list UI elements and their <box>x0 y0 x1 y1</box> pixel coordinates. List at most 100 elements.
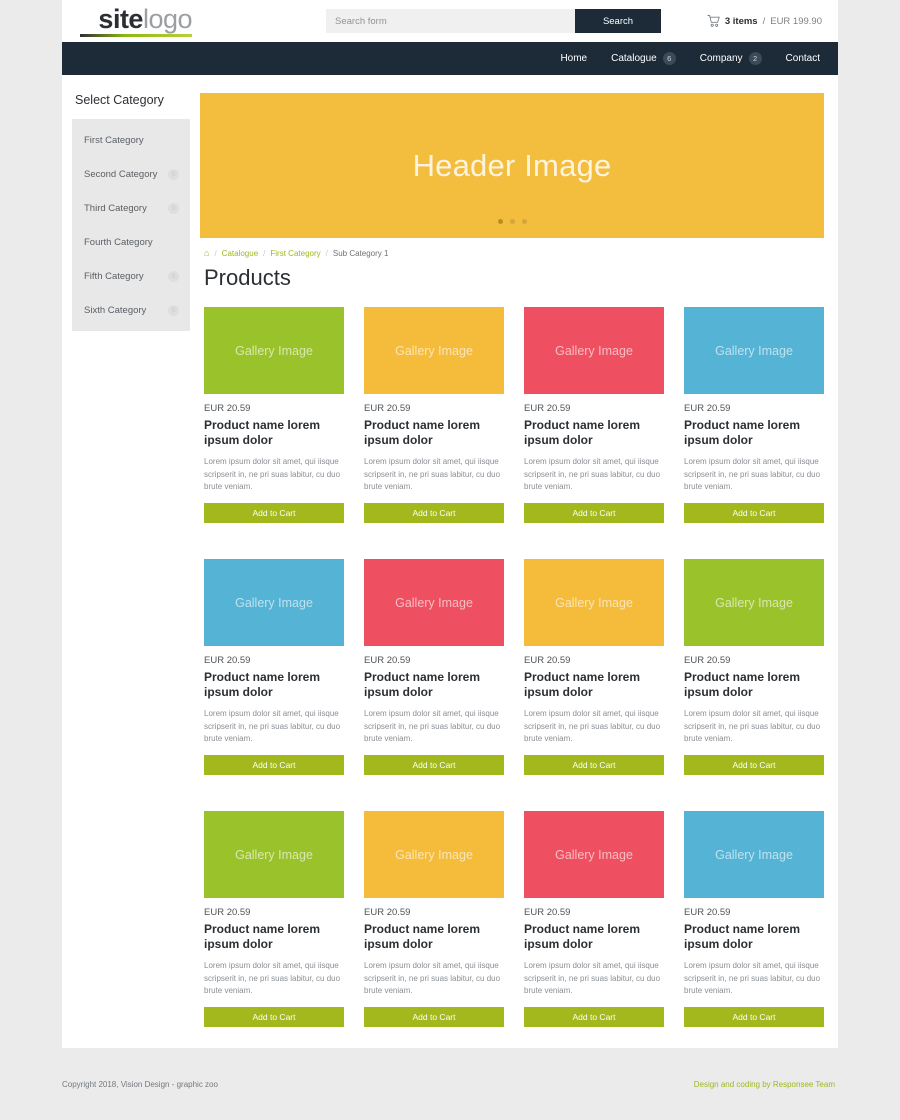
product-thumbnail[interactable]: Gallery Image <box>524 559 664 646</box>
breadcrumb-separator: / <box>214 249 217 258</box>
breadcrumb-separator: / <box>263 249 266 258</box>
product-thumbnail-label: Gallery Image <box>555 343 633 358</box>
sidebar-item-sixth-category[interactable]: Sixth Category 0 <box>72 293 190 327</box>
nav-item-company[interactable]: Company 2 <box>700 52 762 65</box>
product-description: Lorem ipsum dolor sit amet, qui iisque s… <box>684 709 821 743</box>
carousel-dot-2[interactable] <box>509 219 515 224</box>
product-card: Gallery Image EUR 20.59 Product name lorem… <box>684 811 824 1063</box>
sidebar-item-label: Sixth Category <box>84 304 147 316</box>
nav-item-label: Home <box>560 53 588 64</box>
sidebar-item-fourth-category[interactable]: Fourth Category <box>72 225 190 259</box>
footer-credit-link[interactable]: Design and coding by Responsee Team <box>694 1080 835 1089</box>
sidebar-item-fifth-category[interactable]: Fifth Category 0 <box>72 259 190 293</box>
category-list: First Category Second Category 0 Third C… <box>72 119 190 331</box>
add-to-cart-button[interactable]: Add to Cart <box>524 1007 664 1027</box>
logo-text: sitelogo <box>98 5 192 33</box>
add-to-cart-button[interactable]: Add to Cart <box>364 503 504 523</box>
product-thumbnail-label: Gallery Image <box>555 847 633 862</box>
product-name[interactable]: Product name lorem ipsum dolor <box>204 922 344 951</box>
nav-item-contact[interactable]: Contact <box>786 53 820 64</box>
product-card: Gallery Image EUR 20.59 Product name lorem… <box>684 559 824 811</box>
product-thumbnail[interactable]: Gallery Image <box>204 811 344 898</box>
product-price: EUR 20.59 <box>524 655 571 666</box>
add-to-cart-button[interactable]: Add to Cart <box>204 1007 344 1027</box>
nav-item-label: Catalogue <box>611 53 657 64</box>
add-to-cart-button[interactable]: Add to Cart <box>524 503 664 523</box>
product-price: EUR 20.59 <box>364 907 411 918</box>
product-name[interactable]: Product name lorem ipsum dolor <box>684 418 824 447</box>
sidebar-title: Select Category <box>75 93 164 107</box>
search-button[interactable]: Search <box>575 9 661 33</box>
product-name[interactable]: Product name lorem ipsum dolor <box>524 418 664 447</box>
carousel-dot-3[interactable] <box>521 219 527 224</box>
product-name[interactable]: Product name lorem ipsum dolor <box>204 418 344 447</box>
sidebar-item-third-category[interactable]: Third Category 0 <box>72 191 190 225</box>
product-price: EUR 20.59 <box>204 403 251 414</box>
add-to-cart-button[interactable]: Add to Cart <box>524 755 664 775</box>
product-name[interactable]: Product name lorem ipsum dolor <box>684 670 824 699</box>
product-name[interactable]: Product name lorem ipsum dolor <box>364 670 504 699</box>
page-title: Products <box>204 265 291 290</box>
product-thumbnail[interactable]: Gallery Image <box>524 307 664 394</box>
product-thumbnail-label: Gallery Image <box>235 343 313 358</box>
product-description: Lorem ipsum dolor sit amet, qui iisque s… <box>524 709 661 743</box>
product-card: Gallery Image EUR 20.59 Product name lorem… <box>364 307 504 559</box>
search-input[interactable] <box>326 9 575 33</box>
product-card: Gallery Image EUR 20.59 Product name lorem… <box>364 811 504 1063</box>
nav-item-home[interactable]: Home <box>560 53 587 64</box>
sidebar-badge: 0 <box>168 202 179 214</box>
product-thumbnail[interactable]: Gallery Image <box>204 559 344 646</box>
home-icon[interactable]: ⌂ <box>204 249 209 258</box>
sidebar-item-second-category[interactable]: Second Category 0 <box>72 157 190 191</box>
add-to-cart-button[interactable]: Add to Cart <box>204 503 344 523</box>
product-name[interactable]: Product name lorem ipsum dolor <box>684 922 824 951</box>
product-name[interactable]: Product name lorem ipsum dolor <box>364 418 504 447</box>
product-thumbnail[interactable]: Gallery Image <box>364 811 504 898</box>
nav-item-label: Contact <box>785 53 820 64</box>
product-price: EUR 20.59 <box>524 907 571 918</box>
breadcrumb-separator: / <box>325 249 328 258</box>
product-thumbnail-label: Gallery Image <box>555 595 633 610</box>
product-name[interactable]: Product name lorem ipsum dolor <box>204 670 344 699</box>
product-thumbnail[interactable]: Gallery Image <box>684 811 824 898</box>
product-card: Gallery Image EUR 20.59 Product name lorem… <box>364 559 504 811</box>
add-to-cart-button[interactable]: Add to Cart <box>684 1007 824 1027</box>
nav-item-catalogue[interactable]: Catalogue 6 <box>611 52 676 65</box>
product-thumbnail-label: Gallery Image <box>395 595 473 610</box>
top-bar: sitelogo Search 3 items / EUR 199.90 <box>62 0 838 42</box>
cart-summary[interactable]: 3 items / EUR 199.90 <box>707 15 826 27</box>
product-card: Gallery Image EUR 20.59 Product name lorem… <box>204 811 344 1063</box>
product-thumbnail[interactable]: Gallery Image <box>364 559 504 646</box>
product-thumbnail[interactable]: Gallery Image <box>684 307 824 394</box>
product-card: Gallery Image EUR 20.59 Product name lorem… <box>204 307 344 559</box>
product-name[interactable]: Product name lorem ipsum dolor <box>364 922 504 951</box>
add-to-cart-button[interactable]: Add to Cart <box>364 755 504 775</box>
product-card: Gallery Image EUR 20.59 Product name lorem… <box>524 559 664 811</box>
sidebar-item-label: Fourth Category <box>84 236 153 248</box>
product-name[interactable]: Product name lorem ipsum dolor <box>524 922 664 951</box>
sidebar-item-first-category[interactable]: First Category <box>72 123 190 157</box>
hero-carousel[interactable]: Header Image <box>200 93 824 238</box>
page-root: sitelogo Search 3 items / EUR 199.90 <box>0 0 900 1120</box>
breadcrumb-item-catalogue[interactable]: Catalogue <box>222 249 258 258</box>
page-footer: Copyright 2018, Vision Design - graphic … <box>62 1048 838 1120</box>
site-logo[interactable]: sitelogo <box>72 5 193 37</box>
main-navigation: Home Catalogue 6 Company 2 Contact <box>62 42 838 75</box>
add-to-cart-button[interactable]: Add to Cart <box>364 1007 504 1027</box>
cart-icon <box>707 15 720 27</box>
product-thumbnail[interactable]: Gallery Image <box>364 307 504 394</box>
add-to-cart-button[interactable]: Add to Cart <box>684 503 824 523</box>
product-price: EUR 20.59 <box>364 403 411 414</box>
add-to-cart-button[interactable]: Add to Cart <box>684 755 824 775</box>
carousel-dot-1[interactable] <box>497 219 503 224</box>
sidebar-badge: 0 <box>168 270 179 282</box>
product-thumbnail[interactable]: Gallery Image <box>204 307 344 394</box>
product-name[interactable]: Product name lorem ipsum dolor <box>524 670 664 699</box>
sidebar-item-label: Fifth Category <box>84 270 144 282</box>
product-thumbnail[interactable]: Gallery Image <box>524 811 664 898</box>
add-to-cart-button[interactable]: Add to Cart <box>204 755 344 775</box>
product-thumbnail[interactable]: Gallery Image <box>684 559 824 646</box>
sidebar-item-label: Third Category <box>84 202 147 214</box>
sidebar-badge: 0 <box>168 168 179 180</box>
breadcrumb-item-first-category[interactable]: First Category <box>270 249 320 258</box>
